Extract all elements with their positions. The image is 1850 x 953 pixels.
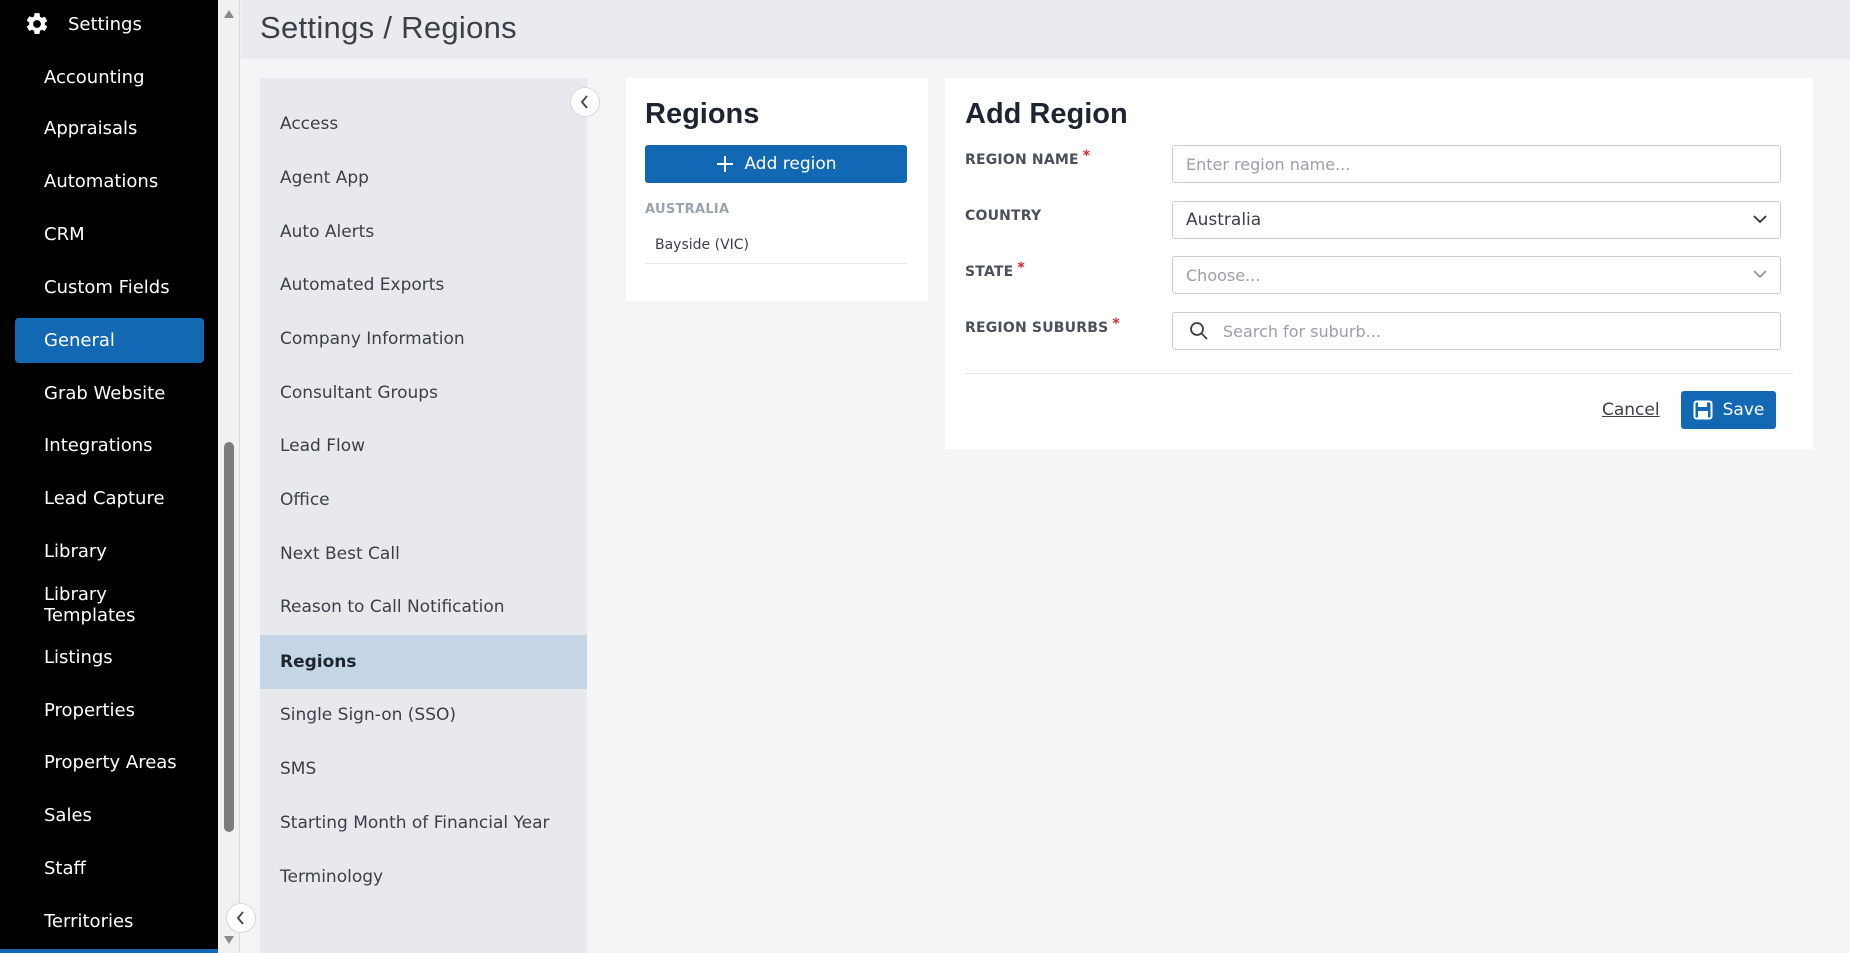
required-marker: * xyxy=(1017,260,1025,276)
country-label: COUNTRY xyxy=(965,208,1041,224)
region-group-label: AUSTRALIA xyxy=(645,202,730,217)
scroll-up-arrow-icon[interactable] xyxy=(224,10,234,18)
nav-item-accounting[interactable]: Accounting xyxy=(15,55,204,100)
required-marker: * xyxy=(1082,148,1091,164)
main-sidebar: Settings Accounting Appraisals Automatio… xyxy=(0,0,218,953)
country-label-text: COUNTRY xyxy=(965,208,1042,224)
state-placeholder: Choose... xyxy=(1186,265,1261,285)
region-name-label: REGION NAME * xyxy=(965,148,1090,168)
collapse-submenu-button[interactable] xyxy=(570,87,600,117)
submenu-item-office[interactable]: Office xyxy=(260,473,587,527)
region-suburbs-label-text: REGION SUBURBS xyxy=(965,320,1109,336)
nav-item-general[interactable]: General xyxy=(15,318,204,363)
nav-item-library[interactable]: Library xyxy=(15,529,204,574)
submenu-item-regions[interactable]: Regions xyxy=(260,635,587,689)
regions-panel: Regions Add region AUSTRALIA Bayside (VI… xyxy=(626,78,928,301)
cancel-link[interactable]: Cancel xyxy=(1602,400,1660,420)
submenu-item-terminology[interactable]: Terminology xyxy=(260,850,587,904)
submenu-item-financial-year[interactable]: Starting Month of Financial Year xyxy=(260,796,587,850)
submenu-item-consultant-groups[interactable]: Consultant Groups xyxy=(260,366,587,420)
nav-item-listings[interactable]: Listings xyxy=(15,635,204,680)
submenu-item-sso[interactable]: Single Sign-on (SSO) xyxy=(260,688,587,742)
region-suburbs-label: REGION SUBURBS * xyxy=(965,316,1120,336)
nav-bottom-indicator xyxy=(0,949,218,953)
required-marker: * xyxy=(1112,316,1120,332)
country-select[interactable]: Australia xyxy=(1172,201,1781,239)
scroll-down-arrow-icon[interactable] xyxy=(224,936,234,944)
nav-item-lead-capture[interactable]: Lead Capture xyxy=(15,476,204,521)
search-icon xyxy=(1190,322,1208,340)
chevron-down-icon xyxy=(1753,270,1767,279)
collapse-sidebar-button[interactable] xyxy=(226,903,256,933)
submenu-item-access[interactable]: Access xyxy=(260,97,587,151)
state-label: STATE * xyxy=(965,260,1025,280)
submenu-item-next-best-call[interactable]: Next Best Call xyxy=(260,527,587,581)
regions-title: Regions xyxy=(645,98,760,130)
state-select[interactable]: Choose... xyxy=(1172,256,1781,294)
nav-item-grab-website[interactable]: Grab Website xyxy=(15,371,204,416)
country-value: Australia xyxy=(1186,210,1262,230)
submenu-item-company-information[interactable]: Company Information xyxy=(260,312,587,366)
settings-submenu: Access Agent App Auto Alerts Automated E… xyxy=(260,78,587,953)
region-name-input[interactable]: Enter region name... xyxy=(1172,145,1781,183)
submenu-item-sms[interactable]: SMS xyxy=(260,742,587,796)
settings-header[interactable]: Settings xyxy=(24,8,142,40)
sidebar-scrollbar[interactable] xyxy=(218,0,240,953)
nav-item-territories[interactable]: Territories xyxy=(15,899,204,944)
add-region-label: Add region xyxy=(744,154,837,174)
submenu-item-auto-alerts[interactable]: Auto Alerts xyxy=(260,205,587,259)
add-region-form: Add Region REGION NAME * Enter region nam… xyxy=(945,78,1813,449)
nav-item-library-templates[interactable]: Library Templates xyxy=(15,582,204,627)
nav-item-crm[interactable]: CRM xyxy=(15,212,204,257)
nav-item-staff[interactable]: Staff xyxy=(15,846,204,891)
scrollbar-thumb[interactable] xyxy=(224,442,234,832)
state-label-text: STATE xyxy=(965,264,1014,280)
save-icon xyxy=(1693,400,1713,420)
form-divider xyxy=(965,373,1793,374)
nav-item-custom-fields[interactable]: Custom Fields xyxy=(15,265,204,310)
chevron-down-icon xyxy=(1753,215,1767,224)
submenu-item-reason-to-call[interactable]: Reason to Call Notification xyxy=(260,580,587,634)
settings-header-label: Settings xyxy=(68,13,142,35)
page-header: Settings / Regions xyxy=(241,0,1850,59)
nav-item-appraisals[interactable]: Appraisals xyxy=(15,106,204,151)
region-name-label-text: REGION NAME xyxy=(965,152,1079,168)
plus-icon xyxy=(717,156,734,172)
nav-item-sales[interactable]: Sales xyxy=(15,793,204,838)
nav-item-properties[interactable]: Properties xyxy=(15,688,204,733)
submenu-item-lead-flow[interactable]: Lead Flow xyxy=(260,419,587,473)
suburb-search-input[interactable]: Search for suburb... xyxy=(1172,312,1781,350)
nav-item-property-areas[interactable]: Property Areas xyxy=(15,740,204,785)
chevron-left-icon xyxy=(580,95,588,109)
submenu-item-automated-exports[interactable]: Automated Exports xyxy=(260,258,587,312)
region-list-item[interactable]: Bayside (VIC) xyxy=(645,226,907,264)
form-title: Add Region xyxy=(965,98,1128,130)
nav-item-integrations[interactable]: Integrations xyxy=(15,423,204,468)
save-button[interactable]: Save xyxy=(1681,391,1776,429)
gear-icon xyxy=(26,13,48,34)
save-label: Save xyxy=(1722,400,1765,420)
submenu-item-agent-app[interactable]: Agent App xyxy=(260,151,587,205)
page-title: Settings / Regions xyxy=(260,10,517,45)
add-region-button[interactable]: Add region xyxy=(645,145,907,183)
region-name-placeholder: Enter region name... xyxy=(1186,154,1351,174)
chevron-left-icon xyxy=(236,911,244,925)
nav-item-automations[interactable]: Automations xyxy=(15,159,204,204)
suburb-search-placeholder: Search for suburb... xyxy=(1223,321,1381,341)
